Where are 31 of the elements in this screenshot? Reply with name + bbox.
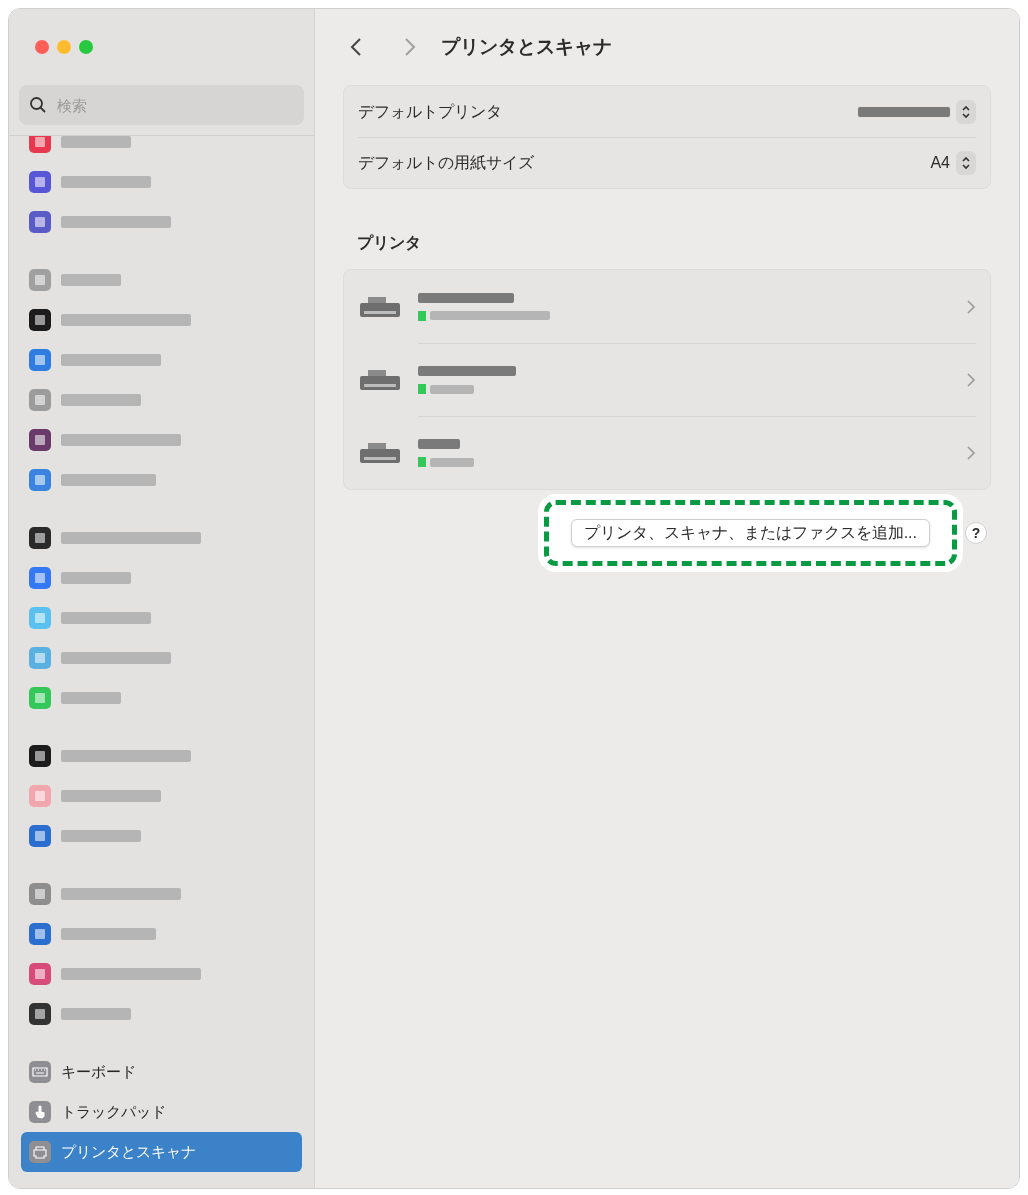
redacted-text xyxy=(430,384,474,394)
redacted-text xyxy=(61,692,121,704)
stepper-arrows-icon xyxy=(961,155,971,171)
add-printer-button[interactable]: プリンタ、スキャナ、またはファクスを追加... xyxy=(570,519,930,547)
redacted-text xyxy=(418,439,460,449)
sidebar-item[interactable]: トラックパッド xyxy=(21,1092,302,1132)
redacted-text xyxy=(430,457,474,467)
chevron-right-icon xyxy=(966,445,976,461)
stepper-arrows-icon xyxy=(961,103,971,120)
sidebar-item[interactable]: プリンタとスキャナ xyxy=(21,1132,302,1172)
printer-icon xyxy=(358,294,402,319)
redacted-text xyxy=(61,274,121,286)
zoom-window-icon[interactable] xyxy=(79,40,93,54)
setting-label: デフォルトプリンタ xyxy=(358,101,502,122)
redacted-text xyxy=(61,1008,131,1020)
help-button[interactable]: ? xyxy=(965,522,987,544)
page-title: プリンタとスキャナ xyxy=(441,34,612,59)
section-title: プリンタ xyxy=(356,233,422,253)
setting-label: デフォルトの用紙サイズ xyxy=(358,153,534,173)
chevron-right-icon xyxy=(966,372,976,388)
printer-icon xyxy=(358,440,402,465)
printer-icon xyxy=(358,367,402,392)
search-icon xyxy=(29,96,47,114)
close-window-icon[interactable] xyxy=(35,40,49,54)
popup-selector[interactable] xyxy=(858,99,976,124)
search-field[interactable]: 検索 xyxy=(19,85,304,125)
redacted-text xyxy=(61,572,131,584)
chevron-right-icon xyxy=(966,298,976,315)
sidebar-item[interactable]: キーボード xyxy=(21,1052,302,1092)
popup-selector[interactable]: A4 xyxy=(930,151,976,175)
redacted-text xyxy=(61,136,131,148)
